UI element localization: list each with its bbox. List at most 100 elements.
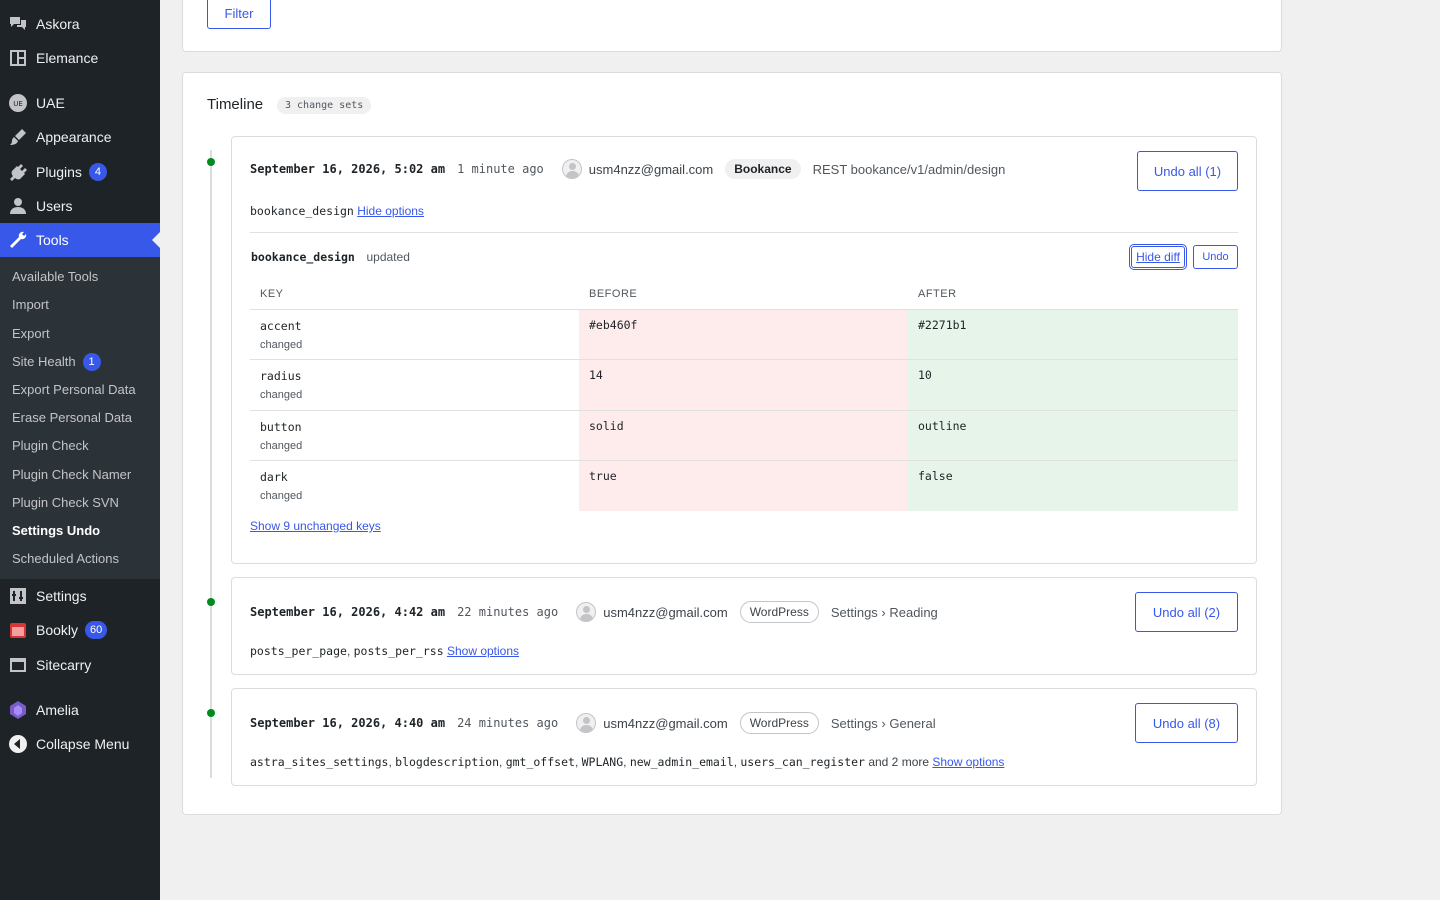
- toggle-options-link[interactable]: Show options: [932, 755, 1004, 769]
- menu-plugins[interactable]: Plugins 4: [0, 155, 160, 189]
- filter-panel: Filter: [182, 0, 1282, 52]
- uae-logo-icon: UE: [0, 93, 36, 113]
- timeline-title: Timeline: [207, 96, 264, 113]
- menu-label: Appearance: [36, 129, 112, 145]
- changeset-ago: 1 minute ago: [457, 162, 544, 176]
- option-status: updated: [366, 250, 410, 264]
- collapse-icon: [0, 734, 36, 754]
- avatar: [576, 602, 597, 622]
- toggle-options-link[interactable]: Hide options: [357, 204, 424, 218]
- before-value: 14: [589, 368, 603, 382]
- key-cell: dark changed: [260, 470, 302, 502]
- menu-appearance[interactable]: Appearance: [0, 120, 160, 154]
- menu-askora[interactable]: Askora: [0, 7, 160, 41]
- before-cell: true: [579, 461, 908, 511]
- before-cell: #eb460f: [579, 310, 908, 360]
- option-key: WPLANG: [581, 755, 624, 769]
- menu-uae[interactable]: UE UAE: [0, 86, 160, 120]
- menu-settings[interactable]: Settings: [0, 579, 160, 613]
- plugins-update-count: 4: [88, 163, 107, 181]
- changeset-card: September 16, 2026, 5:02 am 1 minute ago…: [231, 136, 1257, 564]
- key-name: dark: [260, 470, 288, 484]
- option-key: posts_per_page: [250, 644, 347, 658]
- show-unchanged-keys-link[interactable]: Show 9 unchanged keys: [250, 519, 381, 533]
- key-cell: radius changed: [260, 369, 302, 401]
- key-note: changed: [260, 440, 303, 452]
- menu-label: Plugins: [36, 164, 82, 180]
- option-key: astra_sites_settings: [250, 755, 389, 769]
- changeset-header: September 16, 2026, 4:42 am 22 minutes a…: [250, 601, 938, 623]
- table-row: 14 10 radius changed: [250, 359, 1238, 410]
- after-value: 10: [918, 368, 932, 382]
- menu-tools[interactable]: Tools: [0, 223, 160, 257]
- key-name: radius: [260, 369, 302, 383]
- before-value: #eb460f: [589, 318, 638, 332]
- menu-elemance[interactable]: Elemance: [0, 41, 160, 75]
- timeline-dot: [207, 709, 215, 717]
- submenu-plugin-check[interactable]: Plugin Check: [12, 432, 89, 460]
- submenu-export-personal-data[interactable]: Export Personal Data: [12, 376, 136, 404]
- menu-amelia[interactable]: Amelia: [0, 693, 160, 727]
- after-cell: outline: [908, 411, 1238, 461]
- source-label: REST bookance/v1/admin/design: [812, 161, 1006, 177]
- site-health-count: 1: [82, 353, 101, 371]
- menu-sitecarry[interactable]: Sitecarry: [0, 648, 160, 682]
- table-row: solid outline button changed: [250, 410, 1238, 461]
- option-detail-header: bookance_design updated: [251, 249, 410, 264]
- tools-submenu: Available Tools Import Export Site Healt…: [0, 257, 160, 579]
- menu-label: Collapse Menu: [36, 736, 130, 752]
- undo-all-button[interactable]: Undo all (8): [1135, 703, 1238, 743]
- menu-label: Sitecarry: [36, 657, 92, 673]
- submenu-import[interactable]: Import: [12, 291, 49, 319]
- option-key: new_admin_email: [629, 755, 734, 769]
- paintbrush-icon: [0, 127, 36, 147]
- after-value: false: [918, 469, 953, 483]
- toggle-options-link[interactable]: Show options: [447, 644, 519, 658]
- source-tag: Bookance: [725, 159, 801, 179]
- submenu-plugin-check-svn[interactable]: Plugin Check SVN: [12, 489, 119, 517]
- changeset-card: September 16, 2026, 4:42 am 22 minutes a…: [231, 577, 1257, 675]
- before-cell: 14: [579, 360, 908, 410]
- after-cell: false: [908, 461, 1238, 511]
- after-value: #2271b1: [918, 318, 967, 332]
- changeset-timestamp: September 16, 2026, 4:42 am: [250, 605, 446, 619]
- column-header-key: KEY: [260, 288, 284, 300]
- menu-label: Tools: [36, 232, 69, 248]
- column-header-before: BEFORE: [589, 288, 638, 300]
- menu-label: Amelia: [36, 702, 79, 718]
- submenu-plugin-check-namer[interactable]: Plugin Check Namer: [12, 461, 131, 489]
- menu-label: Users: [36, 198, 73, 214]
- before-value: true: [589, 469, 617, 483]
- user-email: usm4nzz@gmail.com: [603, 604, 728, 620]
- submenu-export[interactable]: Export: [12, 320, 50, 348]
- option-key: gmt_offset: [505, 755, 575, 769]
- key-note: changed: [260, 490, 303, 502]
- option-name: bookance_design: [251, 250, 355, 264]
- source-label: Settings › General: [830, 715, 936, 731]
- filter-button[interactable]: Filter: [207, 0, 271, 29]
- changeset-timestamp: September 16, 2026, 5:02 am: [250, 162, 446, 176]
- collapse-menu-button[interactable]: Collapse Menu: [0, 727, 160, 761]
- menu-bookly[interactable]: Bookly 60: [0, 613, 160, 647]
- undo-all-button[interactable]: Undo all (1): [1137, 151, 1238, 191]
- user-email: usm4nzz@gmail.com: [588, 161, 714, 177]
- source-label: Settings › Reading: [830, 604, 938, 620]
- undo-all-button[interactable]: Undo all (2): [1135, 592, 1238, 632]
- table-row: true false dark changed: [250, 460, 1238, 511]
- submenu-scheduled-actions[interactable]: Scheduled Actions: [12, 545, 119, 573]
- hide-diff-button[interactable]: Hide diff: [1129, 244, 1187, 270]
- admin-sidebar: Askora Elemance UE UAE Appearance Plugin…: [0, 0, 160, 900]
- submenu-settings-undo[interactable]: Settings Undo: [12, 517, 100, 545]
- undo-option-button[interactable]: Undo: [1193, 245, 1238, 269]
- menu-users[interactable]: Users: [0, 189, 160, 223]
- divider: [250, 232, 1238, 233]
- submenu-site-health[interactable]: Site Health 1: [12, 348, 101, 376]
- submenu-available-tools[interactable]: Available Tools: [12, 263, 98, 291]
- option-key: posts_per_rss: [353, 644, 444, 658]
- wrench-icon: [0, 230, 36, 250]
- menu-label: Elemance: [36, 50, 99, 66]
- menu-label: UAE: [36, 95, 65, 111]
- timeline-dot: [207, 158, 215, 166]
- submenu-erase-personal-data[interactable]: Erase Personal Data: [12, 404, 132, 432]
- table-row: #eb460f #2271b1 accent changed: [250, 309, 1238, 360]
